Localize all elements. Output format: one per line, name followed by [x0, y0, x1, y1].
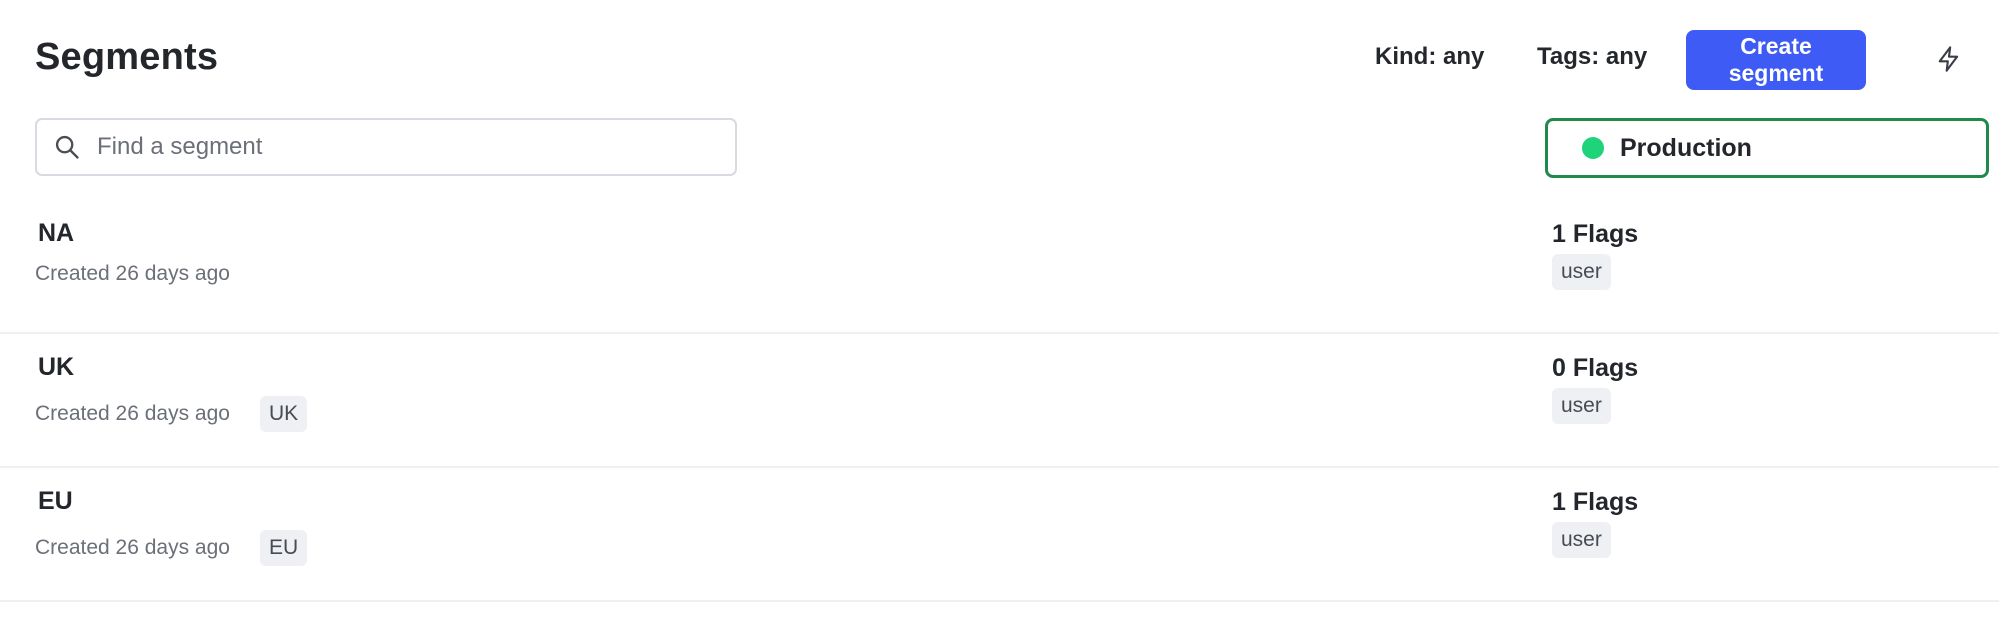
tag-badge: UK — [259, 396, 308, 432]
tags-filter[interactable]: Tags: any — [1537, 43, 1647, 71]
created-date: Created 26 days ago — [35, 402, 230, 425]
segment-row[interactable]: EU Created 26 days ago EU 1 Flags user — [0, 468, 1999, 602]
search-field[interactable] — [35, 118, 737, 176]
segment-row[interactable]: UK Created 26 days ago UK 0 Flags user — [0, 334, 1999, 468]
page-header: Segments Kind: any Tags: any Create segm… — [35, 28, 1999, 90]
segment-meta: Created 26 days ago EU — [35, 530, 308, 566]
segment-meta: Created 26 days ago — [35, 262, 230, 286]
kind-filter[interactable]: Kind: any — [1375, 43, 1484, 71]
environment-label: Production — [1620, 133, 1752, 162]
search-input[interactable] — [95, 132, 699, 162]
segment-name[interactable]: EU — [38, 487, 73, 516]
segment-meta: Created 26 days ago UK — [35, 396, 308, 432]
flags-count: 0 Flags — [1552, 354, 1639, 382]
segment-name[interactable]: UK — [38, 353, 74, 382]
bolt-icon[interactable] — [1935, 44, 1963, 74]
created-date: Created 26 days ago — [35, 262, 230, 285]
segment-name[interactable]: NA — [38, 219, 74, 248]
create-segment-button[interactable]: Create segment — [1686, 30, 1866, 90]
kind-badge: user — [1552, 522, 1611, 558]
flags-count: 1 Flags — [1552, 488, 1639, 516]
segment-row[interactable]: NA Created 26 days ago 1 Flags user — [0, 200, 1999, 334]
kind-badge: user — [1552, 254, 1611, 290]
search-icon — [55, 135, 79, 159]
created-date: Created 26 days ago — [35, 536, 230, 559]
flags-count: 1 Flags — [1552, 220, 1639, 248]
page-title: Segments — [35, 36, 219, 78]
environment-selector[interactable]: Production — [1545, 118, 1989, 178]
environment-status-dot — [1582, 137, 1604, 159]
kind-badge: user — [1552, 388, 1611, 424]
segment-list: NA Created 26 days ago 1 Flags user UK C… — [0, 200, 1999, 602]
tag-badge: EU — [259, 530, 308, 566]
